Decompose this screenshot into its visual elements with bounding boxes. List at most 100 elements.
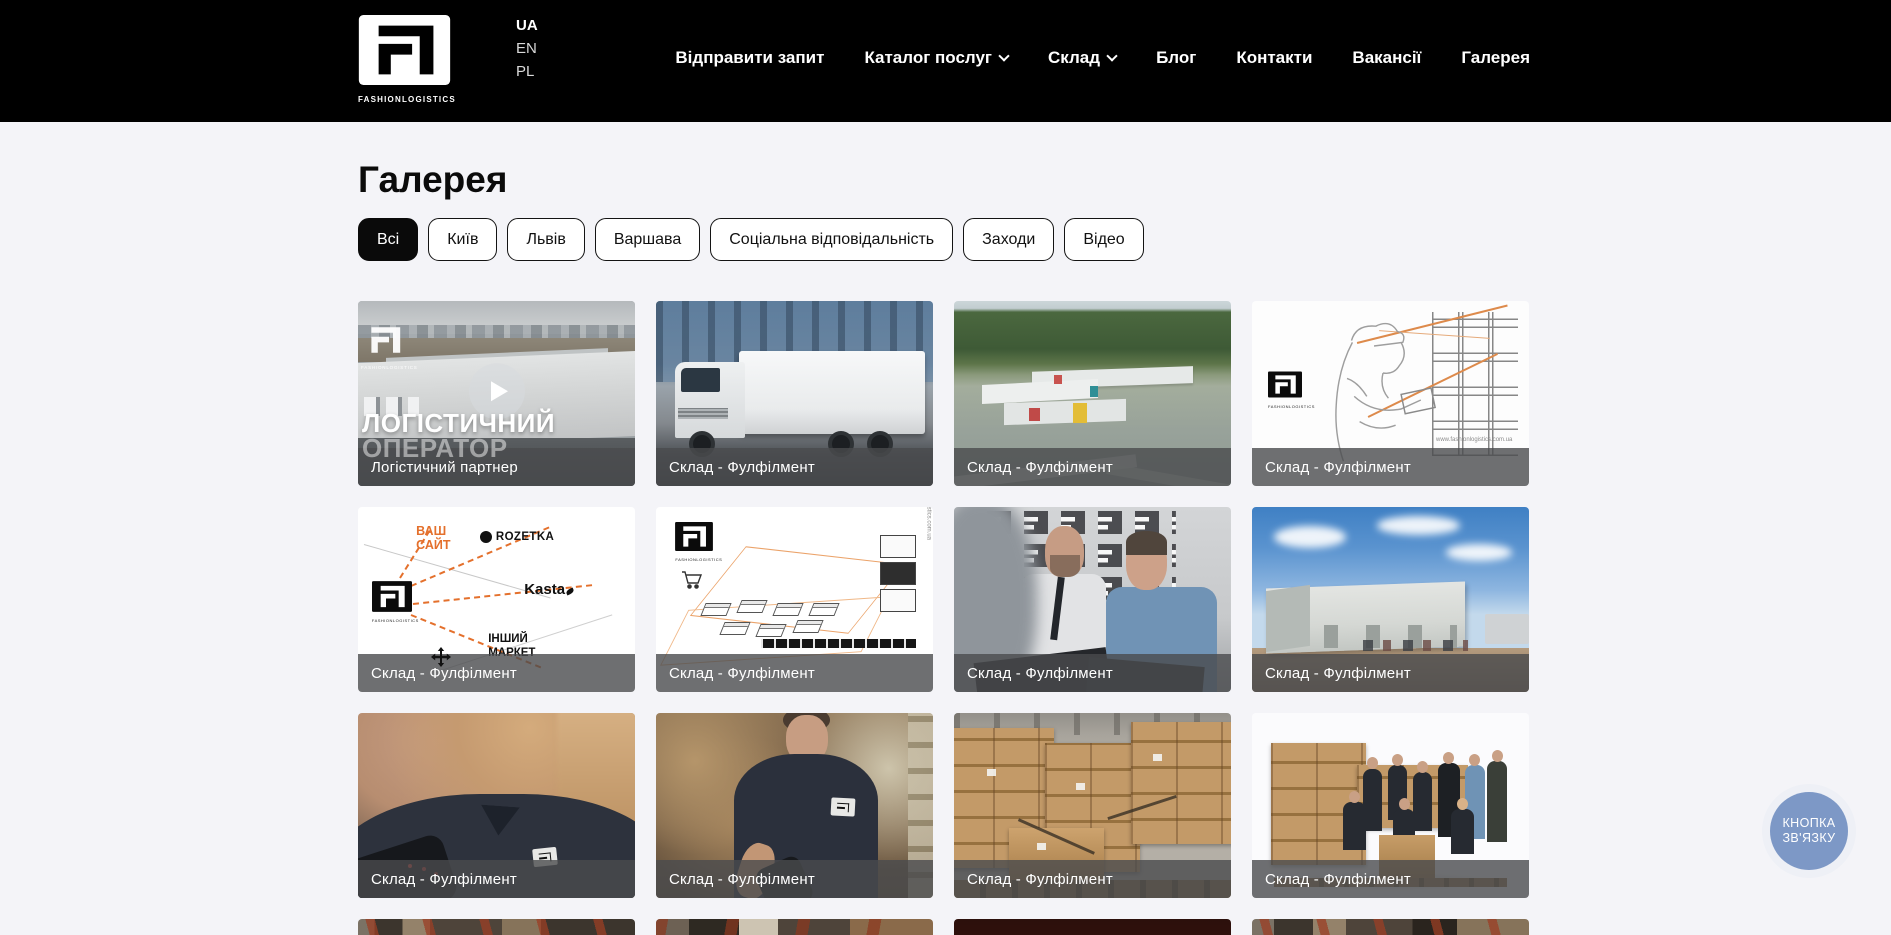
filter-warsaw[interactable]: Варшава: [595, 218, 700, 261]
person: [1487, 761, 1506, 842]
chevron-down-icon: [998, 50, 1009, 61]
person: [1363, 769, 1382, 832]
gallery-item-photo[interactable]: [954, 919, 1231, 935]
contact-button[interactable]: КНОПКА ЗВ'ЯЗКУ: [1770, 792, 1848, 870]
gallery-item-photo[interactable]: FASHIONLOGISTICS www.fashionlogistics.co…: [1252, 301, 1529, 486]
filter-lviv[interactable]: Львів: [507, 218, 584, 261]
gallery-item-video[interactable]: FASHIONLOGISTICS ЛОГІСТИЧНИЙ ОПЕРАТОР Ло…: [358, 301, 635, 486]
nav-send-request[interactable]: Відправити запит: [675, 48, 824, 68]
main-content: Галерея Всі Київ Львів Варшава Соціальна…: [358, 159, 1530, 935]
scheme-shelf: [880, 535, 916, 613]
site-header: FASHIONLOGISTICS UA EN PL Відправити зап…: [0, 0, 1891, 122]
brand-patch: [830, 797, 855, 816]
person: [1417, 761, 1428, 773]
gallery-item-photo[interactable]: Склад - Фулфілмент: [954, 713, 1231, 898]
caption-text: Склад - Фулфілмент: [967, 665, 1113, 682]
caption-text: Склад - Фулфілмент: [967, 459, 1113, 476]
photo-layer: [1485, 614, 1529, 644]
photo-layer: [1377, 516, 1460, 535]
gallery-filters: Всі Київ Львів Варшава Соціальна відпові…: [358, 218, 1530, 261]
nav-label: Склад: [1048, 48, 1100, 68]
filter-video[interactable]: Відео: [1064, 218, 1143, 261]
photo-layer: [1126, 531, 1168, 555]
photo-layer: [678, 408, 728, 419]
brand-logo-icon: [372, 581, 412, 612]
caption-text: Склад - Фулфілмент: [669, 459, 815, 476]
scheme-legend-bar: [761, 639, 916, 648]
caption-text: Склад - Фулфілмент: [371, 871, 517, 888]
shelf-cell: [880, 589, 916, 612]
photo-layer: [1037, 843, 1046, 850]
nav-label: Вакансії: [1352, 48, 1421, 68]
lang-en[interactable]: EN: [516, 39, 538, 58]
person: [1343, 802, 1365, 850]
photo-layer: [1029, 408, 1040, 421]
main-nav: Відправити запит Каталог послуг Склад Бл…: [675, 48, 1530, 68]
caption-text: Склад - Фулфілмент: [967, 871, 1113, 888]
filter-all[interactable]: Всі: [358, 218, 418, 261]
scheme-label-rozetka: ROZETKA: [480, 531, 554, 543]
gallery-caption: Склад - Фулфілмент: [1252, 860, 1529, 898]
gallery-page: { "header": { "brand": { "name": "FASHIO…: [0, 0, 1891, 935]
photo-layer: [1076, 783, 1085, 790]
gallery-item-photo[interactable]: Склад - Фулфілмент: [1252, 713, 1529, 898]
nav-vacancies[interactable]: Вакансії: [1352, 48, 1421, 68]
nav-warehouse[interactable]: Склад: [1048, 48, 1116, 68]
nav-gallery[interactable]: Галерея: [1461, 48, 1530, 68]
filter-kyiv[interactable]: Київ: [428, 218, 497, 261]
nav-services-catalog[interactable]: Каталог послуг: [864, 48, 1008, 68]
photo-layer: [1363, 640, 1468, 651]
nav-blog[interactable]: Блог: [1156, 48, 1196, 68]
filter-events[interactable]: Заходи: [963, 218, 1054, 261]
person: [1492, 750, 1503, 762]
gallery-item-photo[interactable]: ВАШ САЙТ ROZETKA Kasta ІНШИЙ МАРКЕТ FASH…: [358, 507, 635, 692]
rozetka-text: ROZETKA: [496, 531, 554, 543]
lang-ua[interactable]: UA: [516, 16, 538, 35]
brand-watermark: FASHIONLOGISTICS: [361, 321, 418, 370]
gallery-item-photo[interactable]: [1252, 919, 1529, 935]
move-cursor-icon: [430, 646, 452, 668]
photo-layer: [1073, 403, 1087, 423]
brand-name: FASHIONLOGISTICS: [675, 557, 722, 562]
photo-layer: [1131, 722, 1231, 844]
photo-layer: [1446, 544, 1512, 561]
contact-button-line1: КНОПКА: [1782, 816, 1835, 830]
caption-text: Склад - Фулфілмент: [1265, 459, 1411, 476]
gallery-item-photo[interactable]: Склад - Фулфілмент: [954, 301, 1231, 486]
nav-contacts[interactable]: Контакти: [1236, 48, 1312, 68]
person: [1443, 752, 1454, 764]
gallery-caption: Склад - Фулфілмент: [954, 860, 1231, 898]
nav-label: Контакти: [1236, 48, 1312, 68]
gallery-caption: Склад - Фулфілмент: [954, 448, 1231, 486]
gallery-item-photo[interactable]: Склад - Фулфілмент: [656, 713, 933, 898]
gallery-caption: Склад - Фулфілмент: [1252, 654, 1529, 692]
brand-name: FASHIONLOGISTICS: [361, 365, 418, 370]
gallery-item-photo[interactable]: Склад - Фулфілмент: [358, 713, 635, 898]
site-url-watermark: www.fashionlogistics.com.ua: [925, 507, 931, 540]
brand-name: FASHIONLOGISTICS: [372, 618, 419, 623]
gallery-item-photo[interactable]: Склад - Фулфілмент: [656, 301, 933, 486]
gallery-grid: FASHIONLOGISTICS ЛОГІСТИЧНИЙ ОПЕРАТОР Ло…: [358, 301, 1530, 935]
person: [1399, 798, 1410, 810]
brand-logo[interactable]: FASHIONLOGISTICS: [358, 15, 451, 104]
gallery-item-photo[interactable]: Склад - Фулфілмент: [954, 507, 1231, 692]
kasta-leaf-icon: [565, 588, 574, 596]
gallery-item-photo[interactable]: [358, 919, 635, 935]
gallery-item-photo[interactable]: Склад - Фулфілмент: [1252, 507, 1529, 692]
brand-watermark: FASHIONLOGISTICS: [372, 581, 419, 623]
shelf-cell: [880, 562, 916, 585]
filter-social-responsibility[interactable]: Соціальна відповідальність: [710, 218, 953, 261]
gallery-caption: Склад - Фулфілмент: [358, 860, 635, 898]
lang-pl[interactable]: PL: [516, 62, 538, 81]
gallery-item-photo[interactable]: [656, 919, 933, 935]
nav-label: Відправити запит: [675, 48, 824, 68]
language-switcher: UA EN PL: [516, 16, 538, 81]
photo-layer: [1054, 375, 1062, 384]
brand-logo-icon: [675, 522, 713, 551]
photo-layer: [1004, 399, 1126, 425]
nav-label: Блог: [1156, 48, 1196, 68]
gallery-item-photo[interactable]: FASHIONLOGISTICS www.fash: [656, 507, 933, 692]
photo-layer: [1266, 585, 1310, 652]
nav-label: Галерея: [1461, 48, 1530, 68]
video-overlay-subtitle: ОПЕРАТОР: [362, 436, 508, 461]
